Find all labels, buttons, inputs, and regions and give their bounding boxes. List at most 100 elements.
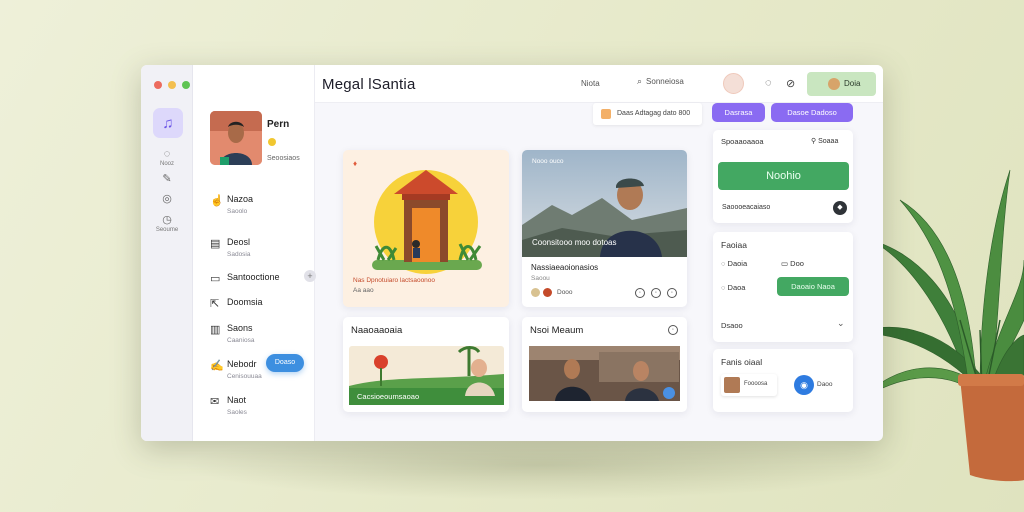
maximize-dot[interactable] bbox=[182, 81, 190, 89]
user-menu-button[interactable]: Doia bbox=[807, 72, 876, 96]
panel-link-label: Soaaa bbox=[818, 138, 839, 145]
dropdown-value: Dsaoo bbox=[721, 321, 743, 330]
comment-icon[interactable]: ◦ bbox=[635, 288, 645, 298]
share-icon[interactable]: ◦ bbox=[651, 288, 661, 298]
panel-title: Fanis oiaal bbox=[721, 357, 763, 367]
rail-item-edit[interactable]: ✎ bbox=[141, 172, 193, 185]
app-logo-icon[interactable]: ♫ bbox=[153, 108, 183, 138]
reaction-avatar bbox=[531, 288, 540, 297]
primary-action-button[interactable]: Dasrasa bbox=[712, 103, 765, 122]
panel-link[interactable]: ⚲ Soaaa bbox=[811, 137, 838, 145]
settings-icon: ◎ bbox=[162, 193, 172, 205]
sidebar-item-label: Saons bbox=[227, 323, 253, 333]
rail-item-label: Seoume bbox=[155, 227, 179, 233]
close-dot[interactable] bbox=[154, 81, 162, 89]
card-caption: Nas Dpnotuiaro lactsaoonoo bbox=[353, 277, 436, 284]
sidebar: Pern Seoosiaos ☝ Nazoa Saoolo ▤ Deosl Sa… bbox=[193, 65, 316, 441]
link-icon: ⚲ bbox=[811, 138, 817, 145]
video-thumbnail bbox=[529, 346, 680, 401]
illustration-card[interactable]: ♦ Nas Dpnotuiaro lactsaoonoo Aa aao bbox=[343, 150, 509, 307]
option-item[interactable]: ◌ Daoia bbox=[721, 259, 747, 268]
status-badge bbox=[268, 138, 276, 146]
sidebar-item-sublabel: Saoles bbox=[227, 409, 247, 416]
window-controls bbox=[154, 81, 190, 89]
search-icon: ⌕ bbox=[637, 76, 643, 86]
sidebar-item-label: Doomsia bbox=[227, 297, 263, 307]
banner-text: Cacsioeoumsaoao bbox=[357, 392, 420, 401]
board-icon: ▤ bbox=[210, 238, 221, 250]
right-panel-final: Fanis oiaal Foooosa ◉ Daoo bbox=[713, 349, 853, 412]
add-icon[interactable]: + bbox=[304, 270, 316, 282]
option-label: Doo bbox=[790, 259, 804, 268]
card-subcaption: Aa aao bbox=[353, 287, 374, 294]
photo-overlay-text: Coonsitooo moo dotoas bbox=[532, 238, 617, 247]
sidebar-item-label: Naot bbox=[227, 395, 247, 405]
option-item[interactable]: ▭ Doo bbox=[781, 259, 804, 268]
search-label[interactable]: Niota bbox=[581, 79, 600, 88]
rail-item-settings[interactable]: ◎ bbox=[141, 192, 193, 205]
secondary-action-button[interactable]: Dasoe Dadoso bbox=[771, 103, 853, 122]
rail-item-chat[interactable]: ◌ Nooz bbox=[141, 148, 193, 167]
clock-icon: ◷ bbox=[162, 214, 172, 226]
camera-icon[interactable]: ◉ bbox=[794, 375, 814, 395]
message-icon[interactable]: ◌ bbox=[765, 77, 772, 89]
card-flag-icon: ♦ bbox=[353, 159, 358, 168]
profile-avatar[interactable] bbox=[210, 111, 262, 165]
link-icon[interactable]: ⊘ bbox=[786, 77, 795, 90]
reaction-avatar bbox=[543, 288, 552, 297]
sidebar-item-label: Nebodr bbox=[227, 359, 257, 369]
search-text: Sonneiosa bbox=[646, 77, 684, 86]
more-icon[interactable]: ◦ bbox=[667, 288, 677, 298]
sidebar-item-label: Nazoa bbox=[227, 194, 254, 204]
option-label: Daoia bbox=[727, 259, 748, 268]
profile-name: Pern bbox=[267, 119, 290, 130]
settings-icon[interactable]: ◆ bbox=[833, 201, 847, 215]
video-card[interactable]: Nsoi Meaum ◦ bbox=[522, 317, 687, 412]
chat-icon[interactable]: ◦ bbox=[668, 325, 678, 335]
sidebar-item-sublabel: Sadosia bbox=[227, 251, 251, 258]
panel-title: Spoaaoaaoa bbox=[721, 137, 764, 146]
nav-action-button[interactable]: Doaso bbox=[266, 354, 304, 372]
page-title: Megal lSantia bbox=[322, 76, 416, 93]
option-apply-button[interactable]: Daoaio Naoa bbox=[777, 277, 849, 296]
user-menu-label: Doia bbox=[844, 79, 861, 88]
window-icon: ▭ bbox=[210, 273, 221, 285]
card-title: Nsoi Meaum bbox=[530, 325, 584, 336]
app-window: ♫ ◌ Nooz ✎ ◎ ◷ Seoume Pern Seoosiaos ☝ N… bbox=[141, 65, 883, 441]
doc-icon: ▥ bbox=[210, 324, 221, 336]
gateway-illustration bbox=[372, 170, 482, 274]
hand-icon: ☝ bbox=[210, 195, 224, 207]
option-item[interactable]: ◌ Daoa bbox=[721, 283, 745, 292]
sidebar-item-label: Deosl bbox=[227, 237, 251, 247]
sidebar-item-sublabel: Cenisouuaa bbox=[227, 373, 262, 380]
profile-subtitle: Seoosiaos bbox=[267, 155, 300, 162]
top-header: Megal lSantia Niota ⌕ Sonneiosa ◌ ⊘ Doia bbox=[315, 65, 883, 103]
minimize-dot[interactable] bbox=[168, 81, 176, 89]
tag-icon bbox=[601, 109, 611, 119]
chevron-down-icon[interactable]: ⌄ bbox=[837, 318, 845, 329]
panel-note: Saoooeacaiaso bbox=[722, 204, 771, 211]
filter-chip[interactable]: Daas Adtagag dato 800 bbox=[593, 103, 702, 125]
right-panel-primary: Spoaaoaaoa ⚲ Soaaa Noohio Saoooeacaiaso … bbox=[713, 130, 853, 223]
contact-item-label: Daoo bbox=[817, 381, 833, 388]
primary-cta-button[interactable]: Noohio bbox=[718, 162, 849, 190]
right-panel-options: Faoiaa ◌ Daoia ▭ Doo ◌ Daoa Daoaio Naoa … bbox=[713, 232, 853, 342]
app-rail: ♫ ◌ Nooz ✎ ◎ ◷ Seoume bbox=[141, 65, 193, 441]
pen-icon: ✍ bbox=[210, 360, 224, 372]
card-title: Naaoaaoaia bbox=[351, 325, 403, 336]
banner-card[interactable]: Naaoaaoaia Cacsioeoumsaoao bbox=[343, 317, 509, 412]
edit-icon: ✎ bbox=[162, 173, 172, 185]
sidebar-item-sublabel: Saoolo bbox=[227, 208, 248, 215]
search-input[interactable]: ⌕ Sonneiosa bbox=[637, 76, 713, 92]
chat-icon: ◌ bbox=[163, 148, 171, 160]
sidebar-item-label: Santooctione bbox=[227, 272, 280, 282]
user-avatar bbox=[828, 78, 840, 90]
reaction-count: Dooo bbox=[557, 289, 573, 296]
rail-item-clock[interactable]: ◷ Seoume bbox=[141, 213, 193, 233]
contact-avatar bbox=[724, 377, 740, 393]
photo-card[interactable]: Nooo ouco Coonsitooo moo dotoas Nassiaea… bbox=[522, 150, 687, 307]
contact-chip[interactable]: Foooosa bbox=[721, 374, 777, 396]
header-avatar[interactable] bbox=[723, 73, 744, 94]
rail-item-label: Nooz bbox=[159, 161, 174, 167]
dropdown-select[interactable]: Dsaoo bbox=[721, 321, 743, 330]
